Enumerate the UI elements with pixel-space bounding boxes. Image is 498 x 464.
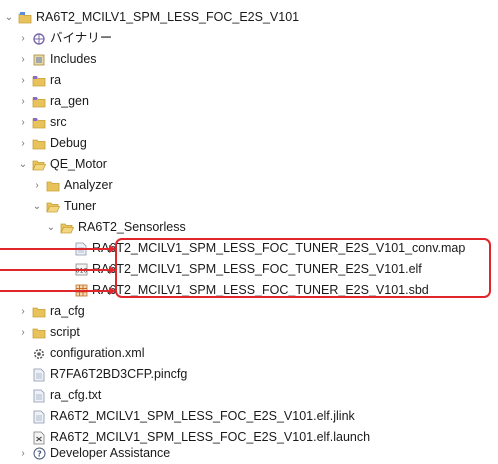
tree-item-binaries[interactable]: › バイナリー <box>0 28 498 49</box>
chevron-down-icon[interactable]: ⌄ <box>4 12 14 23</box>
tree-item-ra[interactable]: › ra <box>0 70 498 91</box>
tree-item-label: RA6T2_Sensorless <box>78 220 186 234</box>
includes-icon <box>32 53 46 67</box>
tree-item-label: Includes <box>50 52 97 66</box>
arrow-line <box>0 269 110 271</box>
tree-item-ra-cfg-txt[interactable]: ra_cfg.txt <box>0 385 498 406</box>
folder-open-icon <box>46 200 60 214</box>
tree-item-label: ra_cfg <box>50 304 85 318</box>
tree-item-debug[interactable]: › Debug <box>0 133 498 154</box>
chevron-right-icon[interactable]: › <box>18 306 28 317</box>
chevron-down-icon[interactable]: ⌄ <box>32 201 42 212</box>
chevron-down-icon[interactable]: ⌄ <box>46 222 56 233</box>
tree-item-label: ra <box>50 73 62 87</box>
source-folder-icon <box>32 74 46 88</box>
tree-item-label: RA6T2_MCILV1_SPM_LESS_FOC_E2S_V101 <box>36 10 300 24</box>
tree-item-label: ra_cfg.txt <box>50 388 102 402</box>
source-folder-icon <box>32 95 46 109</box>
tree-item-configuration[interactable]: configuration.xml <box>0 343 498 364</box>
tree-item-ra-cfg[interactable]: › ra_cfg <box>0 301 498 322</box>
tree-item-analyzer[interactable]: › Analyzer <box>0 175 498 196</box>
folder-open-icon <box>32 158 46 172</box>
tree-item-label: ra_gen <box>50 94 89 108</box>
svg-text:010: 010 <box>75 267 87 275</box>
arrow-line <box>0 248 110 250</box>
tree-item-label: configuration.xml <box>50 346 145 360</box>
chevron-right-icon[interactable]: › <box>18 96 28 107</box>
arrow-head <box>109 245 116 253</box>
tree-item-label: RA6T2_MCILV1_SPM_LESS_FOC_E2S_V101.elf.j… <box>50 409 355 423</box>
chevron-right-icon[interactable]: › <box>18 327 28 338</box>
chevron-right-icon[interactable]: › <box>18 75 28 86</box>
tree-item-project[interactable]: ⌄ RA6T2_MCILV1_SPM_LESS_FOC_E2S_V101 <box>0 7 498 28</box>
folder-icon <box>32 326 46 340</box>
tree-item-src[interactable]: › src <box>0 112 498 133</box>
arrow-head <box>109 287 116 295</box>
project-folder-icon <box>18 11 32 25</box>
arrow-head <box>109 266 116 274</box>
file-icon <box>32 368 46 382</box>
chevron-right-icon[interactable]: › <box>18 138 28 149</box>
tree-item-tuner[interactable]: ⌄ Tuner <box>0 196 498 217</box>
tree-item-label: Debug <box>50 136 87 150</box>
tree-item-label: Developer Assistance <box>50 446 171 460</box>
tree-item-includes[interactable]: › Includes <box>0 49 498 70</box>
tree-item-label: src <box>50 115 67 129</box>
tree-item-developer-assistance[interactable]: › ? Developer Assistance <box>0 443 498 464</box>
tree-item-label: script <box>50 325 80 339</box>
file-icon <box>32 410 46 424</box>
help-icon: ? <box>32 447 46 461</box>
tree-item-script[interactable]: › script <box>0 322 498 343</box>
chevron-right-icon[interactable]: › <box>32 180 42 191</box>
highlight-box <box>115 238 491 298</box>
folder-open-icon <box>60 221 74 235</box>
binaries-icon <box>32 32 46 46</box>
folder-icon <box>46 179 60 193</box>
tree-item-jlink[interactable]: RA6T2_MCILV1_SPM_LESS_FOC_E2S_V101.elf.j… <box>0 406 498 427</box>
config-gear-icon <box>32 347 46 361</box>
tree-item-qe-motor[interactable]: ⌄ QE_Motor <box>0 154 498 175</box>
chevron-right-icon[interactable]: › <box>18 448 28 459</box>
tree-item-label: Analyzer <box>64 178 113 192</box>
tree-item-label: QE_Motor <box>50 157 107 171</box>
tree-item-label: Tuner <box>64 199 97 213</box>
project-explorer-tree: ⌄ RA6T2_MCILV1_SPM_LESS_FOC_E2S_V101 › バ… <box>0 0 498 464</box>
tree-item-ra-gen[interactable]: › ra_gen <box>0 91 498 112</box>
source-folder-icon <box>32 116 46 130</box>
folder-icon <box>32 137 46 151</box>
chevron-right-icon[interactable]: › <box>18 117 28 128</box>
arrow-line <box>0 290 110 292</box>
chevron-down-icon[interactable]: ⌄ <box>18 159 28 170</box>
svg-text:?: ? <box>37 450 42 459</box>
tree-item-sensorless[interactable]: ⌄ RA6T2_Sensorless <box>0 217 498 238</box>
folder-icon <box>32 305 46 319</box>
chevron-right-icon[interactable]: › <box>18 33 28 44</box>
tree-item-label: R7FA6T2BD3CFP.pincfg <box>50 367 188 381</box>
chevron-right-icon[interactable]: › <box>18 54 28 65</box>
tree-item-pincfg[interactable]: R7FA6T2BD3CFP.pincfg <box>0 364 498 385</box>
file-icon <box>32 389 46 403</box>
tree-item-label: バイナリー <box>50 31 113 45</box>
